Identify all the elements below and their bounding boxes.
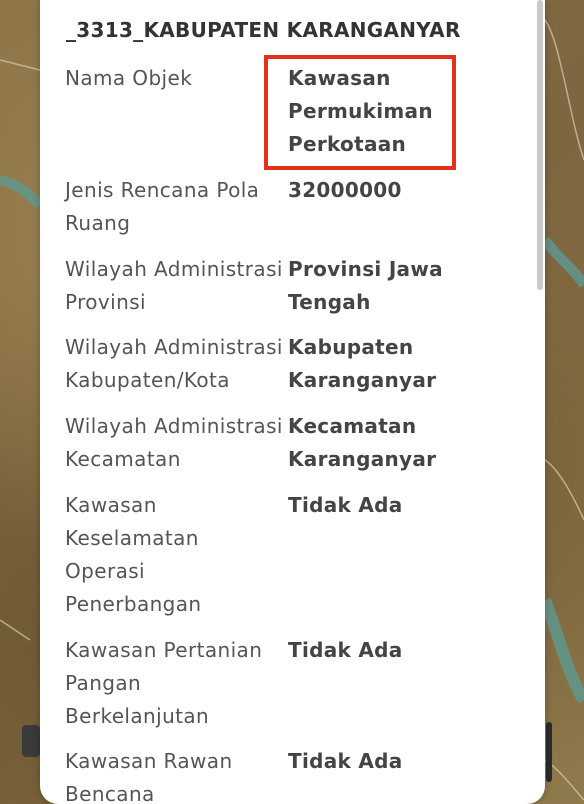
row-label: Jenis Rencana Pola Ruang (65, 178, 260, 235)
row-value: Tidak Ada (288, 493, 403, 517)
road-line (544, 19, 584, 161)
row-label: Wilayah Administrasi Provinsi (65, 257, 283, 314)
row-value: Kabupaten Karanganyar (288, 335, 437, 392)
row-label: Wilayah Administrasi Kabupaten/Kota (65, 335, 283, 392)
row-label: Kawasan Keselamatan Operasi Penerbangan (65, 493, 202, 616)
feature-info-popup: _3313_KABUPATEN KARANGANYAR Nama Objek K… (40, 0, 545, 804)
river-right (541, 236, 584, 288)
row-label: Wilayah Administrasi Kecamatan (65, 414, 283, 471)
map-control-button[interactable] (22, 725, 40, 757)
map-control-button[interactable] (546, 722, 552, 782)
popup-title: _3313_KABUPATEN KARANGANYAR (66, 18, 461, 42)
row-value: Kecamatan Karanganyar (288, 414, 437, 471)
road-line (544, 459, 584, 521)
row-label: Kawasan Rawan Bencana (65, 749, 233, 804)
row-label: Kawasan Pertanian Pangan Berkelanjutan (65, 638, 263, 728)
row-value: 32000000 (288, 178, 402, 202)
row-value: Provinsi Jawa Tengah (288, 257, 443, 314)
road-line (0, 59, 41, 71)
river-right-lower (539, 597, 584, 704)
popup-scrollbar[interactable] (537, 0, 543, 290)
row-value: Tidak Ada (288, 638, 403, 662)
row-value: Tidak Ada (288, 749, 403, 773)
road-line (0, 619, 31, 641)
river-left (0, 175, 44, 209)
row-label: Nama Objek (65, 66, 193, 90)
highlight-box (264, 55, 456, 170)
